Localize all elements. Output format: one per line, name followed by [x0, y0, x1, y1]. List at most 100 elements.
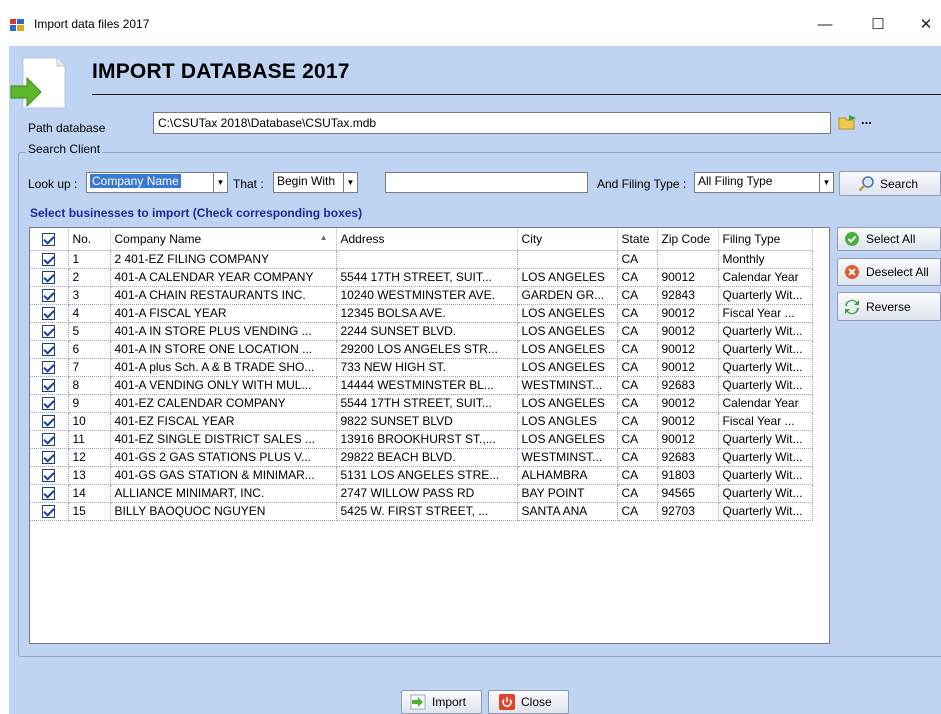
row-checkbox[interactable] — [30, 268, 69, 287]
table-row[interactable]: 10 401-EZ FISCAL YEAR 9822 SUNSET BLVD LOS … — [30, 412, 813, 431]
cell-no: 4 — [68, 304, 111, 323]
checkbox-checked-icon — [42, 343, 56, 357]
cell-address: 13916 BROOKHURST ST.,... — [336, 430, 518, 449]
column-header-no[interactable]: No. — [68, 228, 111, 251]
checkbox-checked-icon — [42, 307, 56, 321]
cell-company: 401-EZ SINGLE DISTRICT SALES ... — [110, 430, 337, 449]
title-bar: Import data files 2017 — ☐ ✕ — [0, 0, 941, 46]
row-checkbox[interactable] — [30, 448, 69, 467]
column-header-state[interactable]: State — [617, 228, 658, 251]
cell-city: SANTA ANA — [517, 502, 618, 521]
select-all-button[interactable]: Select All — [837, 227, 941, 251]
browse-button[interactable]: ... — [838, 112, 878, 133]
table-row[interactable]: 12 401-GS 2 GAS STATIONS PLUS V... 29822 B… — [30, 448, 813, 467]
table-row[interactable]: 7 401-A plus Sch. A & B TRADE SHO... 733 N… — [30, 358, 813, 377]
header-select-all-checkbox[interactable] — [30, 228, 69, 251]
cell-no: 1 — [68, 250, 111, 269]
table-row[interactable]: 9 401-EZ CALENDAR COMPANY 5544 17TH STREET… — [30, 394, 813, 413]
row-checkbox[interactable] — [30, 304, 69, 323]
filing-type-label: And Filing Type : — [597, 177, 687, 191]
row-checkbox[interactable] — [30, 250, 69, 269]
path-database-input[interactable]: C:\CSUTax 2018\Database\CSUTax.mdb — [153, 112, 831, 134]
row-checkbox[interactable] — [30, 358, 69, 377]
table-row[interactable]: 3 401-A CHAIN RESTAURANTS INC. 10240 WESTM… — [30, 286, 813, 305]
cell-address: 5425 W. FIRST STREET, ... — [336, 502, 518, 521]
row-checkbox[interactable] — [30, 394, 69, 413]
row-checkbox[interactable] — [30, 466, 69, 485]
cell-company: 401-EZ FISCAL YEAR — [110, 412, 337, 431]
cell-city: LOS ANGELES — [517, 304, 618, 323]
table-row[interactable]: 13 401-GS GAS STATION & MINIMAR... 5131 LO… — [30, 466, 813, 485]
cell-filing: Calendar Year — [718, 268, 813, 287]
minimize-button[interactable]: — — [805, 10, 845, 40]
row-checkbox[interactable] — [30, 412, 69, 431]
that-select[interactable]: Begin With ▼ — [273, 172, 358, 193]
table-row[interactable]: 4 401-A FISCAL YEAR 12345 BOLSA AVE. LOS AN… — [30, 304, 813, 323]
search-text-input[interactable] — [385, 172, 588, 193]
table-row[interactable]: 15 BILLY BAOQUOC NGUYEN 5425 W. FIRST STRE… — [30, 502, 813, 521]
cell-no: 11 — [68, 430, 111, 449]
cell-zip: 90012 — [657, 394, 719, 413]
filing-type-select[interactable]: All Filing Type ▼ — [694, 172, 834, 193]
table-row[interactable]: 8 401-A VENDING ONLY WITH MUL... 14444 WES… — [30, 376, 813, 395]
column-header-city[interactable]: City — [517, 228, 618, 251]
cell-no: 14 — [68, 484, 111, 503]
cell-no: 6 — [68, 340, 111, 359]
cell-no: 3 — [68, 286, 111, 305]
column-header-company[interactable]: Company Name ▲ — [110, 228, 337, 251]
cell-company: ALLIANCE MINIMART, INC. — [110, 484, 337, 503]
close-button[interactable]: Close — [488, 690, 569, 714]
checkbox-checked-icon — [42, 289, 56, 303]
import-button[interactable]: Import — [401, 690, 482, 714]
table-row[interactable]: 14 ALLIANCE MINIMART, INC. 2747 WILLOW PAS… — [30, 484, 813, 503]
cell-state: CA — [617, 412, 658, 431]
table-row[interactable]: 5 401-A IN STORE PLUS VENDING ... 2244 SUN… — [30, 322, 813, 341]
cell-zip: 90012 — [657, 340, 719, 359]
row-checkbox[interactable] — [30, 502, 69, 521]
row-checkbox[interactable] — [30, 430, 69, 449]
close-window-button[interactable]: ✕ — [906, 10, 941, 40]
deselect-all-button[interactable]: Deselect All — [837, 258, 941, 286]
cell-filing: Quarterly Wit... — [718, 502, 813, 521]
search-button[interactable]: Search — [839, 171, 941, 196]
cell-no: 12 — [68, 448, 111, 467]
column-header-filing-type[interactable]: Filing Type — [718, 228, 813, 251]
row-checkbox[interactable] — [30, 286, 69, 305]
cell-no: 5 — [68, 322, 111, 341]
row-checkbox[interactable] — [30, 322, 69, 341]
checkbox-checked-icon — [42, 433, 56, 447]
cell-address: 9822 SUNSET BLVD — [336, 412, 518, 431]
cell-no: 10 — [68, 412, 111, 431]
column-header-address[interactable]: Address — [336, 228, 518, 251]
cell-no: 8 — [68, 376, 111, 395]
cell-city: LOS ANGELES — [517, 340, 618, 359]
row-checkbox[interactable] — [30, 340, 69, 359]
row-checkbox[interactable] — [30, 376, 69, 395]
business-grid[interactable]: No. Company Name ▲ Address City State Zip… — [29, 227, 830, 644]
cell-company: 401-GS 2 GAS STATIONS PLUS V... — [110, 448, 337, 467]
row-checkbox[interactable] — [30, 484, 69, 503]
table-row[interactable]: 2 401-A CALENDAR YEAR COMPANY 5544 17TH ST… — [30, 268, 813, 287]
table-header-row: No. Company Name ▲ Address City State Zip… — [30, 228, 813, 251]
table-row[interactable]: 6 401-A IN STORE ONE LOCATION ... 29200 LO… — [30, 340, 813, 359]
checkbox-checked-icon — [42, 325, 56, 339]
power-icon — [499, 694, 515, 710]
cell-zip: 90012 — [657, 412, 719, 431]
reverse-button[interactable]: Reverse — [837, 292, 941, 321]
cell-filing: Quarterly Wit... — [718, 448, 813, 467]
checkbox-checked-icon — [42, 487, 56, 501]
cell-company: 401-EZ CALENDAR COMPANY — [110, 394, 337, 413]
maximize-button[interactable]: ☐ — [858, 10, 898, 40]
table-row[interactable]: 11 401-EZ SINGLE DISTRICT SALES ... 13916 … — [30, 430, 813, 449]
column-header-zip[interactable]: Zip Code — [657, 228, 719, 251]
browse-ellipsis: ... — [861, 112, 872, 127]
window-title: Import data files 2017 — [34, 17, 150, 31]
cell-state: CA — [617, 502, 658, 521]
cell-zip: 90012 — [657, 430, 719, 449]
cell-state: CA — [617, 340, 658, 359]
cell-address: 5544 17TH STREET, SUIT... — [336, 268, 518, 287]
cell-city: BAY POINT — [517, 484, 618, 503]
lookup-select[interactable]: Company Name ▼ — [86, 172, 228, 193]
table-row[interactable]: 12 401-EZ FILING COMPANY CA Monthly — [30, 250, 813, 269]
cell-company: 401-A VENDING ONLY WITH MUL... — [110, 376, 337, 395]
